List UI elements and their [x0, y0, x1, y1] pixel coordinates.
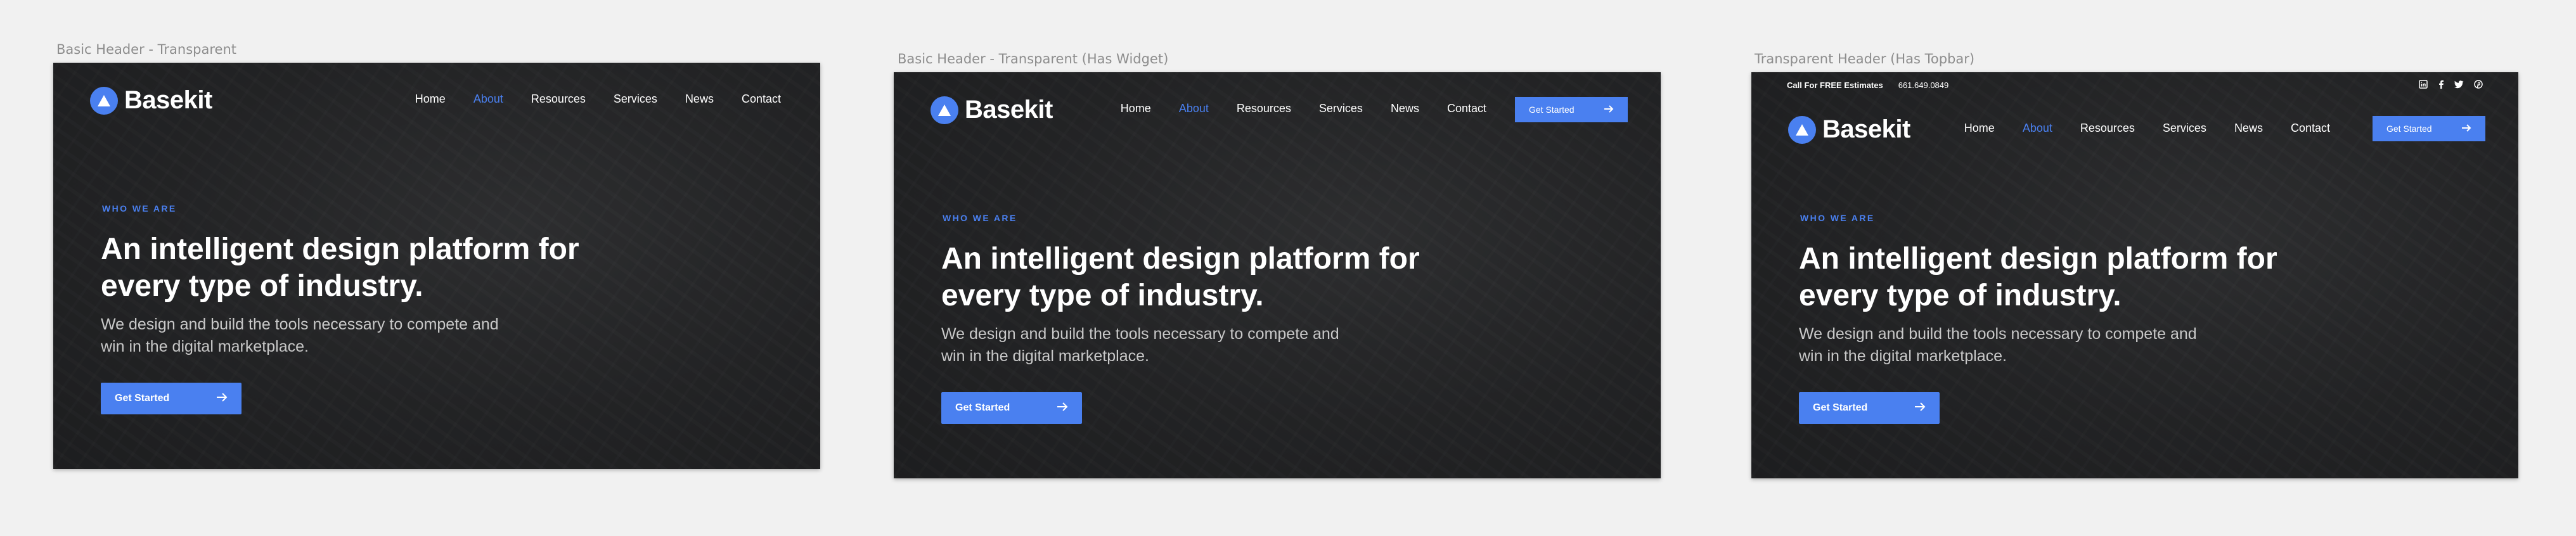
logo-triangle-icon [1788, 115, 1816, 144]
nav-item-about[interactable]: About [1179, 102, 1209, 115]
nav-item-about[interactable]: About [473, 93, 503, 106]
nav-item-home[interactable]: Home [1964, 122, 1995, 135]
nav-item-contact[interactable]: Contact [1447, 102, 1486, 115]
facebook-icon[interactable] [2438, 80, 2444, 89]
header-get-started-button[interactable]: Get Started [2373, 116, 2485, 141]
nav-item-about[interactable]: About [2023, 122, 2052, 135]
brand-name: Basekit [124, 86, 212, 114]
hero-headline: An intelligent design platform for every… [101, 233, 579, 303]
widget-label: Get Started [2386, 124, 2432, 134]
brand-logo[interactable]: Basekit [931, 96, 1053, 124]
brand-logo[interactable]: Basekit [1788, 115, 1910, 144]
header-get-started-button[interactable]: Get Started [1515, 97, 1628, 122]
nav-item-resources[interactable]: Resources [531, 93, 586, 106]
arrow-right-icon [216, 392, 228, 405]
nav-item-services[interactable]: Services [1319, 102, 1363, 115]
logo-triangle-icon [90, 86, 118, 115]
social-links [2419, 80, 2483, 89]
hero-frame: Call For FREE Estimates 661.649.0849 Bas… [1751, 72, 2518, 478]
hero-headline: An intelligent design platform for every… [941, 242, 1420, 312]
topbar-phone[interactable]: 661.649.0849 [1898, 80, 1949, 90]
topbar: Call For FREE Estimates 661.649.0849 [1787, 80, 1948, 90]
nav-item-news[interactable]: News [2234, 122, 2263, 135]
nav-item-resources[interactable]: Resources [2080, 122, 2135, 135]
nav-item-services[interactable]: Services [2163, 122, 2206, 135]
arrow-right-icon [2461, 124, 2471, 134]
arrow-right-icon [1914, 402, 1926, 415]
get-started-button[interactable]: Get Started [1799, 392, 1940, 424]
widget-label: Get Started [1529, 105, 1575, 115]
hero-subtext: We design and build the tools necessary … [101, 316, 499, 355]
main-nav: Home About Resources Services News Conta… [415, 93, 781, 106]
topbar-text: Call For FREE Estimates [1787, 80, 1883, 90]
pinterest-icon[interactable] [2474, 80, 2483, 89]
nav-item-home[interactable]: Home [1121, 102, 1151, 115]
logo-triangle-icon [931, 96, 958, 124]
get-started-button[interactable]: Get Started [941, 392, 1082, 424]
main-nav: Home About Resources Services News Conta… [1121, 102, 1486, 115]
linkedin-icon[interactable] [2419, 80, 2428, 89]
nav-item-resources[interactable]: Resources [1237, 102, 1291, 115]
hero-kicker: WHO WE ARE [102, 203, 177, 214]
cta-label: Get Started [1813, 402, 1868, 413]
main-nav: Home About Resources Services News Conta… [1964, 122, 2330, 135]
get-started-button[interactable]: Get Started [101, 383, 242, 414]
hero-frame: Basekit Home About Resources Services Ne… [894, 72, 1661, 478]
hero-kicker: WHO WE ARE [943, 213, 1017, 223]
brand-name: Basekit [965, 96, 1053, 124]
brand-logo[interactable]: Basekit [90, 86, 212, 115]
arrow-right-icon [1604, 105, 1614, 115]
nav-item-news[interactable]: News [685, 93, 714, 106]
nav-item-contact[interactable]: Contact [742, 93, 781, 106]
hero-frame: Basekit Home About Resources Services Ne… [53, 63, 820, 469]
artboard-title: Basic Header - Transparent [56, 42, 236, 57]
artboard-title: Transparent Header (Has Topbar) [1755, 51, 1975, 67]
hero-subtext: We design and build the tools necessary … [1799, 325, 2197, 365]
artboard-title: Basic Header - Transparent (Has Widget) [898, 51, 1169, 67]
brand-name: Basekit [1822, 115, 1910, 143]
nav-item-contact[interactable]: Contact [2291, 122, 2330, 135]
cta-label: Get Started [115, 393, 170, 404]
twitter-icon[interactable] [2454, 80, 2464, 89]
hero-kicker: WHO WE ARE [1800, 213, 1875, 223]
nav-item-home[interactable]: Home [415, 93, 446, 106]
hero-headline: An intelligent design platform for every… [1799, 242, 2277, 312]
hero-subtext: We design and build the tools necessary … [941, 325, 1339, 365]
cta-label: Get Started [955, 402, 1010, 413]
nav-item-news[interactable]: News [1391, 102, 1419, 115]
nav-item-services[interactable]: Services [614, 93, 657, 106]
arrow-right-icon [1057, 402, 1068, 415]
